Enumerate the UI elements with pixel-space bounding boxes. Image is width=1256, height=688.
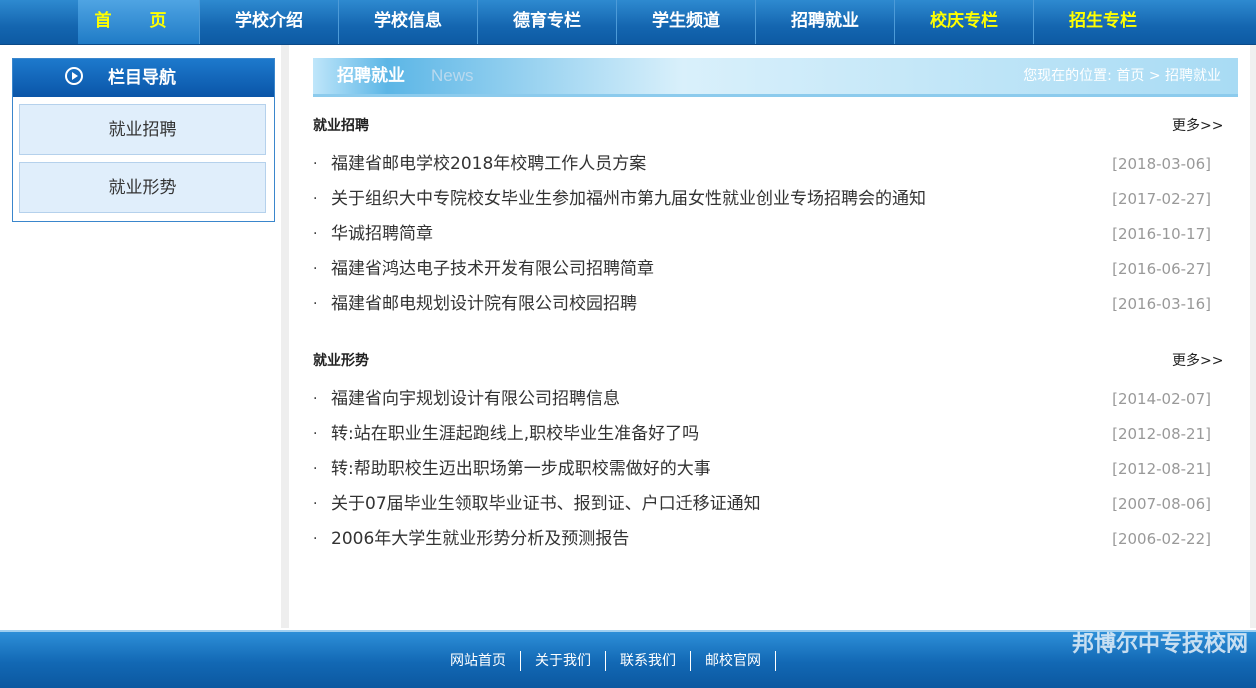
list-item: · 关于组织大中专院校女毕业生参加福州市第九届女性就业创业专场招聘会的通知 [201…	[313, 182, 1238, 217]
news-date: [2007-08-06]	[1112, 495, 1211, 513]
news-list: · 福建省向宇规划设计有限公司招聘信息 [2014-02-07] · 转:站在职业生涯…	[313, 382, 1238, 557]
bullet: ·	[313, 226, 318, 242]
news-date: [2012-08-21]	[1112, 460, 1211, 478]
more-link[interactable]: 更多>>	[1172, 115, 1223, 135]
news-date: [2018-03-06]	[1112, 155, 1211, 173]
footer-link-about[interactable]: 关于我们	[521, 651, 606, 671]
nav-item-admissions[interactable]: 招生专栏	[1033, 0, 1172, 44]
play-circle-icon	[65, 67, 83, 85]
bullet: ·	[313, 426, 318, 442]
footer-links: 网站首页 关于我们 联系我们 邮校官网	[436, 632, 776, 688]
section-title: 就业形势	[313, 353, 369, 369]
news-date: [2006-02-22]	[1112, 530, 1211, 548]
news-title-link[interactable]: 福建省邮电规划设计院有限公司校园招聘	[331, 287, 637, 322]
breadcrumb-prefix: 您现在的位置:	[1023, 68, 1112, 84]
breadcrumb-current-link[interactable]: 招聘就业	[1165, 68, 1221, 84]
list-item: · 华诚招聘简章 [2016-10-17]	[313, 217, 1238, 252]
news-date: [2016-06-27]	[1112, 260, 1211, 278]
list-item: · 福建省鸿达电子技术开发有限公司招聘简章 [2016-06-27]	[313, 252, 1238, 287]
list-item: · 福建省向宇规划设计有限公司招聘信息 [2014-02-07]	[313, 382, 1238, 417]
list-item: · 关于07届毕业生领取毕业证书、报到证、户口迁移证通知 [2007-08-06]	[313, 487, 1238, 522]
left-sidebar: 栏目导航 就业招聘 就业形势	[0, 45, 289, 628]
bullet: ·	[313, 156, 318, 172]
news-date: [2014-02-07]	[1112, 390, 1211, 408]
content-subtitle: News	[431, 66, 474, 85]
bullet: ·	[313, 391, 318, 407]
breadcrumb-home-link[interactable]: 首页	[1116, 68, 1144, 84]
content-title: 招聘就业	[337, 66, 405, 86]
column-nav-title: 栏目导航	[108, 68, 176, 88]
news-date: [2016-03-16]	[1112, 295, 1211, 313]
column-nav-header: 栏目导航	[13, 59, 274, 97]
content-header: 招聘就业 News 您现在的位置: 首页 > 招聘就业	[313, 58, 1238, 97]
nav-item-recruitment[interactable]: 招聘就业	[755, 0, 894, 44]
bullet: ·	[313, 461, 318, 477]
list-item: · 转:帮助职校生迈出职场第一步成职校需做好的大事 [2012-08-21]	[313, 452, 1238, 487]
news-title-link[interactable]: 福建省向宇规划设计有限公司招聘信息	[331, 382, 620, 417]
footer: 网站首页 关于我们 联系我们 邮校官网	[0, 630, 1256, 688]
news-title-link[interactable]: 关于07届毕业生领取毕业证书、报到证、户口迁移证通知	[331, 487, 761, 522]
more-link[interactable]: 更多>>	[1172, 350, 1223, 370]
list-item: · 福建省邮电规划设计院有限公司校园招聘 [2016-03-16]	[313, 287, 1238, 322]
site-watermark: 邦博尔中专技校网	[1071, 631, 1248, 657]
right-edge-strip	[1250, 45, 1256, 628]
news-title-link[interactable]: 华诚招聘简章	[331, 217, 433, 252]
news-title-link[interactable]: 福建省邮电学校2018年校聘工作人员方案	[331, 147, 646, 182]
nav-item-school-info[interactable]: 学校信息	[338, 0, 477, 44]
nav-item-anniversary[interactable]: 校庆专栏	[894, 0, 1033, 44]
news-title-link[interactable]: 转:站在职业生涯起跑线上,职校毕业生准备好了吗	[331, 417, 699, 452]
section-title: 就业招聘	[313, 118, 369, 134]
list-item: · 转:站在职业生涯起跑线上,职校毕业生准备好了吗 [2012-08-21]	[313, 417, 1238, 452]
news-date: [2017-02-27]	[1112, 190, 1211, 208]
footer-link-official-site[interactable]: 邮校官网	[691, 651, 776, 671]
nav-item-school-intro[interactable]: 学校介绍	[199, 0, 338, 44]
nav-item-student-channel[interactable]: 学生频道	[616, 0, 755, 44]
news-title-link[interactable]: 福建省鸿达电子技术开发有限公司招聘简章	[331, 252, 654, 287]
bullet: ·	[313, 296, 318, 312]
sidebar-item-job-recruitment[interactable]: 就业招聘	[19, 104, 266, 155]
news-title-link[interactable]: 关于组织大中专院校女毕业生参加福州市第九届女性就业创业专场招聘会的通知	[331, 182, 926, 217]
nav-item-moral-education[interactable]: 德育专栏	[477, 0, 616, 44]
footer-link-contact[interactable]: 联系我们	[606, 651, 691, 671]
list-item: · 2006年大学生就业形势分析及预测报告 [2006-02-22]	[313, 522, 1238, 557]
bullet: ·	[313, 261, 318, 277]
breadcrumb: 您现在的位置: 首页 > 招聘就业	[1023, 58, 1221, 94]
bullet: ·	[313, 496, 318, 512]
nav-items: 首 页 学校介绍 学校信息 德育专栏 学生频道 招聘就业 校庆专栏 招生专栏	[78, 0, 1172, 44]
footer-link-home[interactable]: 网站首页	[436, 651, 521, 671]
content-area: 招聘就业 News 您现在的位置: 首页 > 招聘就业 就业招聘 更多>> · 福…	[313, 45, 1238, 628]
news-title-link[interactable]: 转:帮助职校生迈出职场第一步成职校需做好的大事	[331, 452, 711, 487]
main-area: 栏目导航 就业招聘 就业形势 招聘就业 News 您现在的位置: 首页 > 招聘…	[0, 45, 1256, 628]
top-nav: 首 页 学校介绍 学校信息 德育专栏 学生频道 招聘就业 校庆专栏 招生专栏	[0, 0, 1256, 45]
column-nav-panel: 栏目导航 就业招聘 就业形势	[12, 58, 275, 222]
nav-item-home[interactable]: 首 页	[78, 0, 199, 44]
news-date: [2016-10-17]	[1112, 225, 1211, 243]
sidebar-item-employment-situation[interactable]: 就业形势	[19, 162, 266, 213]
news-title-link[interactable]: 2006年大学生就业形势分析及预测报告	[331, 522, 629, 557]
news-date: [2012-08-21]	[1112, 425, 1211, 443]
bullet: ·	[313, 191, 318, 207]
breadcrumb-separator: >	[1148, 68, 1161, 84]
list-item: · 福建省邮电学校2018年校聘工作人员方案 [2018-03-06]	[313, 147, 1238, 182]
bullet: ·	[313, 531, 318, 547]
news-list: · 福建省邮电学校2018年校聘工作人员方案 [2018-03-06] · 关于组织大…	[313, 147, 1238, 322]
